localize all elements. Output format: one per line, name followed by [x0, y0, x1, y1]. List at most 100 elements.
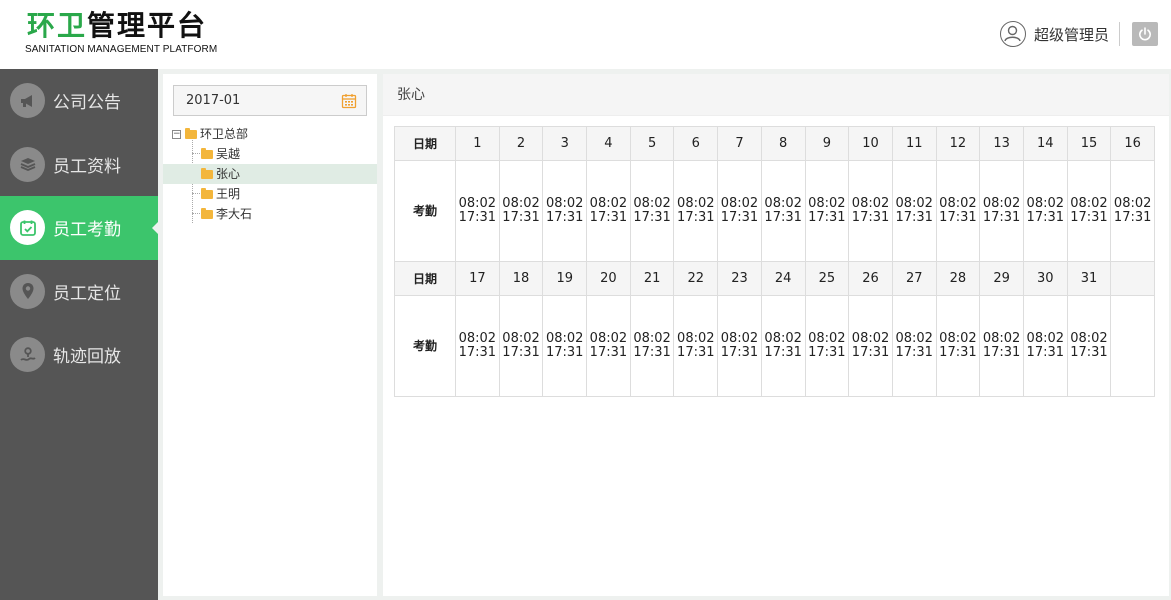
day-number-cell: 14	[1022, 126, 1068, 161]
check-in-time: 08:02	[633, 331, 671, 346]
check-out-time: 17:31	[502, 345, 540, 360]
attendance-cell: 08:02 17:31	[804, 295, 850, 397]
top-header: 环卫管理平台 SANITATION MANAGEMENT PLATFORM 超级…	[0, 0, 1171, 69]
row-header-attendance: 考勤	[394, 295, 456, 397]
attendance-cell: 08:02 17:31	[848, 295, 893, 397]
table-row-attendance: 考勤 08:02 17:31 08:02 17:31 08:02 17:31 08:02 17:…	[394, 295, 1155, 397]
check-out-time: 17:31	[589, 345, 628, 360]
logo-subtitle: SANITATION MANAGEMENT PLATFORM	[25, 44, 218, 55]
attendance-cell: 08:02 17:31	[891, 160, 937, 262]
check-out-time: 17:31	[502, 210, 540, 225]
check-in-time: 08:02	[982, 196, 1021, 211]
day-number-cell: 19	[542, 261, 588, 296]
attendance-cell: 08:02 17:31	[455, 295, 500, 397]
check-out-time: 17:31	[982, 345, 1021, 360]
attendance-cell: 08:02 17:31	[542, 295, 588, 397]
sidebar-item-track-playback[interactable]: 轨迹回放	[0, 323, 158, 387]
attendance-cell: 08:02 17:31	[542, 160, 588, 262]
check-out-time: 17:31	[764, 345, 802, 360]
department-tree-panel: − 环卫总部 吴越 张心 王明 李大石	[163, 74, 377, 596]
check-in-time: 08:02	[1070, 331, 1108, 346]
tree-node-employee[interactable]: 吴越	[163, 144, 377, 164]
tree-node-employee-selected[interactable]: 张心	[163, 164, 377, 184]
check-in-time: 08:02	[1070, 196, 1108, 211]
check-in-time: 08:02	[808, 331, 846, 346]
check-out-time: 17:31	[545, 210, 584, 225]
tree-node-employee[interactable]: 王明	[163, 184, 377, 204]
day-number-cell: 9	[804, 126, 850, 161]
check-out-time: 17:31	[545, 345, 584, 360]
tree-node-label: 王明	[216, 187, 241, 201]
month-input[interactable]	[174, 86, 334, 115]
calendar-check-icon	[10, 210, 45, 246]
day-number-cell: 4	[586, 126, 631, 161]
attendance-cell: 08:02 17:31	[1066, 295, 1112, 397]
check-out-time: 17:31	[458, 345, 497, 360]
table-row-dates: 日期 17 18 19 20 21 22 23 24 25 26 27 28 29 30 31	[394, 261, 1155, 296]
day-number-cell: 7	[717, 126, 762, 161]
sidebar-item-label: 公司公告	[53, 93, 121, 114]
day-number-cell: 24	[760, 261, 806, 296]
attendance-cell: 08:02 17:31	[979, 295, 1024, 397]
stack-icon	[10, 146, 45, 182]
sidebar-item-label: 轨迹回放	[53, 347, 121, 368]
check-in-time: 08:02	[982, 331, 1021, 346]
tree-node-employee[interactable]: 李大石	[163, 204, 377, 224]
day-number-cell: 3	[542, 126, 588, 161]
tree-node-label: 张心	[216, 167, 241, 181]
attendance-cell: 08:02 17:31	[629, 295, 675, 397]
sidebar-item-attendance[interactable]: 员工考勤	[0, 196, 158, 260]
user-name: 超级管理员	[1033, 25, 1109, 44]
check-in-time: 08:02	[895, 331, 933, 346]
tree-node-root[interactable]: − 环卫总部	[163, 124, 377, 144]
day-number-cell: 29	[979, 261, 1024, 296]
check-out-time: 17:31	[589, 210, 628, 225]
row-header-attendance: 考勤	[394, 160, 456, 262]
attendance-cell: 08:02 17:31	[673, 295, 719, 397]
attendance-cell: 08:02 17:31	[848, 160, 893, 262]
check-in-time: 08:02	[895, 196, 933, 211]
sidebar-item-announcements[interactable]: 公司公告	[0, 69, 158, 133]
check-in-time: 08:02	[1113, 196, 1152, 211]
check-in-time: 08:02	[502, 196, 540, 211]
department-tree: − 环卫总部 吴越 张心 王明 李大石	[163, 124, 377, 224]
day-number-cell: 27	[891, 261, 937, 296]
day-number-cell: 8	[760, 126, 806, 161]
sidebar-item-employee-info[interactable]: 员工资料	[0, 133, 158, 197]
megaphone-icon	[10, 83, 45, 119]
attendance-table: 日期 1 2 3 4 5 6 7 8 9 10 11 12 13 14 15 16 考勤 08:02 17:31 08:…	[394, 126, 1155, 397]
check-in-time: 08:02	[677, 196, 715, 211]
collapse-toggle-icon[interactable]: −	[172, 129, 181, 139]
day-number-cell: 5	[629, 126, 675, 161]
check-out-time: 17:31	[677, 210, 715, 225]
check-in-time: 08:02	[720, 196, 759, 211]
user-avatar-icon	[999, 21, 1026, 47]
check-in-time: 08:02	[808, 196, 846, 211]
attendance-cell: 08:02 17:31	[673, 160, 719, 262]
attendance-cell: 08:02 17:31	[629, 160, 675, 262]
attendance-cell: 08:02 17:31	[498, 295, 544, 397]
header-divider	[1119, 22, 1120, 46]
panel-title: 张心	[383, 74, 1169, 116]
day-number-cell: 31	[1066, 261, 1112, 296]
user-menu[interactable]: 超级管理员	[999, 20, 1109, 48]
day-number-cell: 11	[891, 126, 937, 161]
logo-title-rest: 管理平台	[87, 9, 208, 42]
attendance-cell: 08:02 17:31	[498, 160, 544, 262]
check-out-time: 17:31	[851, 345, 890, 360]
sidebar-item-label: 员工资料	[53, 156, 121, 177]
check-out-time: 17:31	[808, 345, 846, 360]
sidebar-item-location[interactable]: 员工定位	[0, 260, 158, 324]
logout-button[interactable]	[1132, 22, 1158, 46]
calendar-icon[interactable]	[341, 93, 357, 109]
check-in-time: 08:02	[589, 331, 628, 346]
day-number-cell: 12	[935, 126, 981, 161]
check-in-time: 08:02	[545, 331, 584, 346]
attendance-cell: 08:02 17:31	[979, 160, 1024, 262]
day-number-cell: 21	[629, 261, 675, 296]
day-number-cell: 30	[1022, 261, 1068, 296]
attendance-cell: 08:02 17:31	[455, 160, 500, 262]
check-in-time: 08:02	[764, 331, 802, 346]
day-number-cell: 25	[804, 261, 850, 296]
month-picker[interactable]	[173, 85, 367, 116]
